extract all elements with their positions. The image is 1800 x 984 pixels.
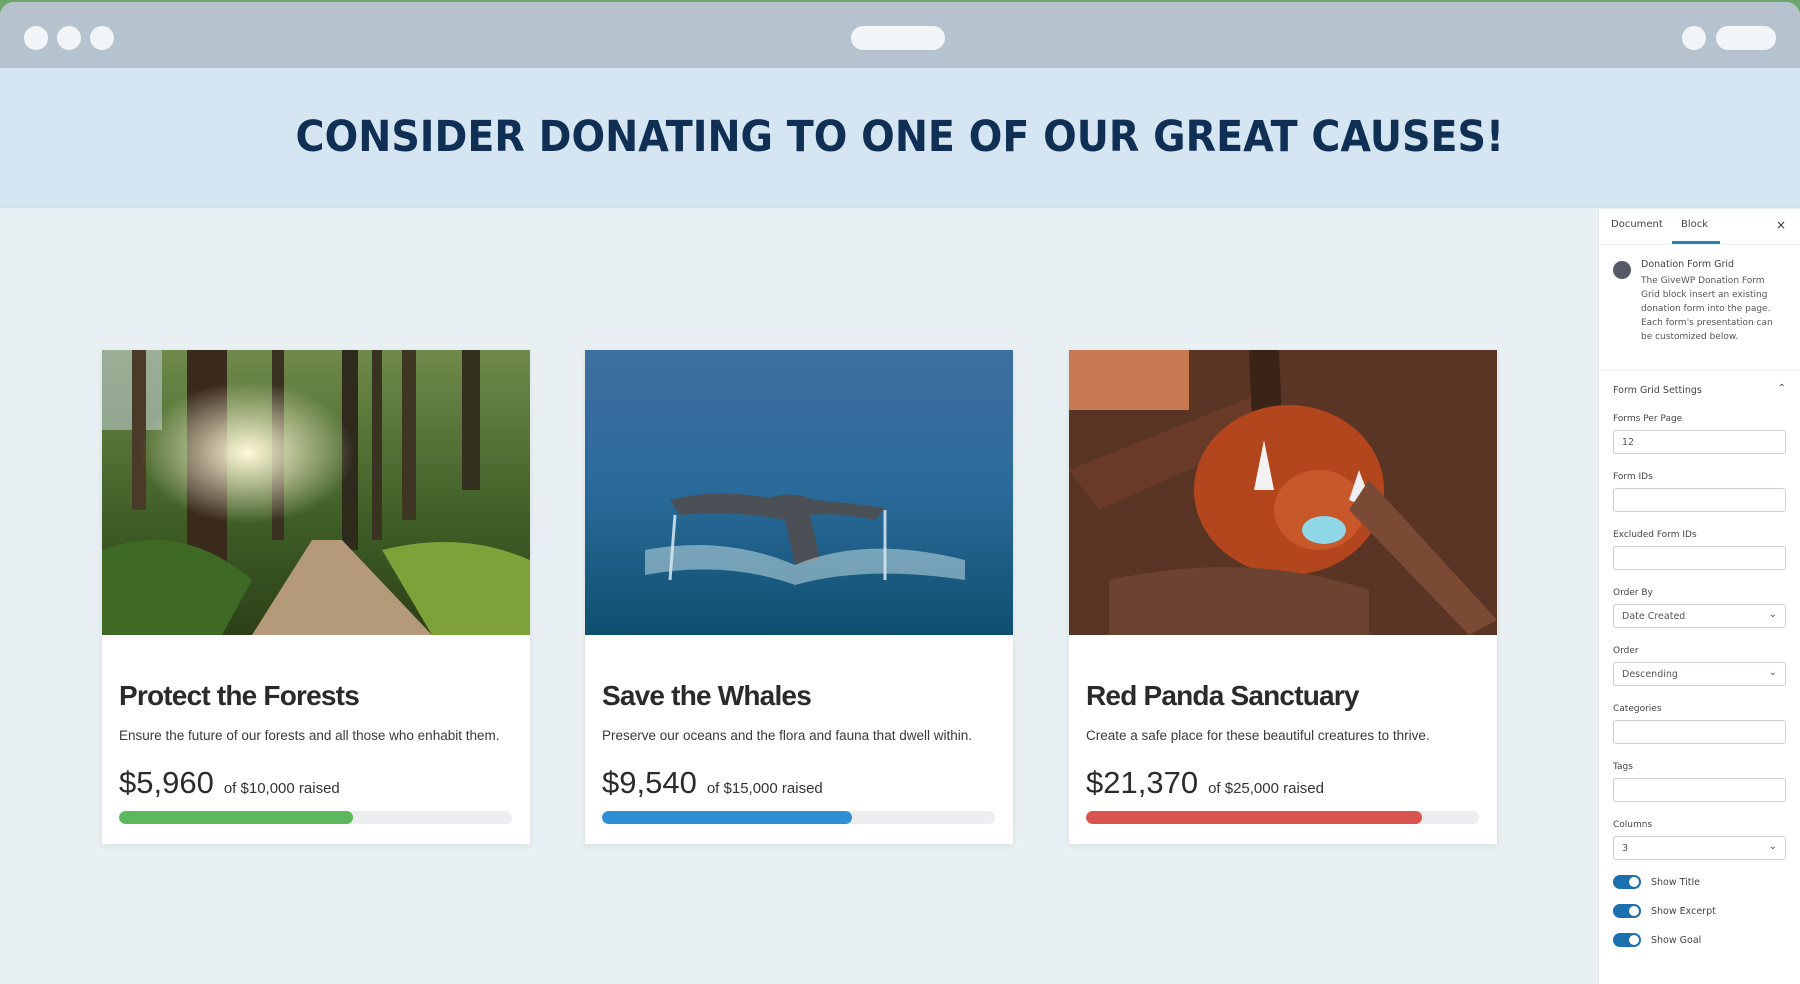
toolbar-button[interactable]: [1682, 26, 1706, 50]
select-value: Descending: [1622, 669, 1678, 680]
excluded-form-ids-input[interactable]: [1613, 546, 1786, 570]
amount-raised: $21,370: [1086, 765, 1199, 800]
show-goal-toggle-row: Show Goal: [1599, 933, 1800, 947]
toggle-label: Show Title: [1651, 876, 1701, 888]
goal-text: of $15,000 raised: [706, 780, 823, 797]
form-ids-input[interactable]: [1613, 488, 1786, 512]
forest-path-photo: [102, 350, 530, 635]
progress-bar: [602, 811, 995, 824]
progress-bar: [119, 811, 512, 824]
browser-chrome: [0, 2, 1800, 68]
browser-window: CONSIDER DONATING TO ONE OF OUR GREAT CA…: [0, 2, 1800, 984]
order-by-field: Order By Date Created ⌄: [1599, 588, 1800, 628]
field-label: Order By: [1613, 588, 1653, 598]
close-icon[interactable]: ×: [1776, 218, 1786, 232]
goal-summary: $21,370 of $25,000 raised: [1086, 765, 1479, 801]
field-label: Columns: [1613, 820, 1653, 830]
toolbar-pill-button[interactable]: [1716, 26, 1776, 50]
page-title: CONSIDER DONATING TO ONE OF OUR GREAT CA…: [295, 112, 1505, 162]
card-excerpt: Preserve our oceans and the flora and fa…: [602, 728, 972, 743]
card-title[interactable]: Protect the Forests: [119, 680, 512, 712]
field-label: Forms Per Page: [1613, 414, 1683, 424]
chevron-down-icon: ⌄: [1768, 841, 1777, 852]
forms-per-page-field: Forms Per Page 12: [1599, 414, 1800, 454]
toggle-label: Show Excerpt: [1651, 905, 1716, 917]
field-label: Form IDs: [1613, 472, 1653, 482]
amount-raised: $5,960: [119, 765, 214, 800]
select-value: 3: [1622, 843, 1629, 854]
address-bar[interactable]: [851, 26, 945, 50]
categories-field: Categories: [1599, 704, 1800, 744]
columns-select[interactable]: 3 ⌄: [1613, 836, 1786, 860]
panel-tabs: Document Block ×: [1599, 209, 1800, 245]
whale-tail-photo: [585, 350, 1013, 635]
goal-text: of $10,000 raised: [223, 780, 340, 797]
tab-block[interactable]: Block: [1681, 219, 1708, 230]
show-excerpt-toggle-row: Show Excerpt: [1599, 904, 1800, 918]
block-settings-panel: Document Block × Donation Form Grid The …: [1598, 209, 1800, 984]
card-excerpt: Ensure the future of our forests and all…: [119, 728, 500, 743]
chevron-down-icon: ⌄: [1768, 667, 1777, 678]
show-title-toggle[interactable]: [1613, 875, 1641, 889]
form-grid: Protect the Forests Ensure the future of…: [0, 209, 1598, 984]
tags-field: Tags: [1599, 762, 1800, 802]
field-label: Tags: [1613, 762, 1633, 772]
chevron-up-icon: ⌃: [1777, 383, 1786, 394]
donation-card[interactable]: Red Panda Sanctuary Create a safe place …: [1069, 350, 1497, 844]
amount-raised: $9,540: [602, 765, 697, 800]
form-ids-field: Form IDs: [1599, 472, 1800, 512]
active-tab-indicator: [1672, 241, 1720, 244]
select-value: Date Created: [1622, 611, 1686, 622]
block-title: Donation Form Grid: [1641, 259, 1735, 270]
order-by-select[interactable]: Date Created ⌄: [1613, 604, 1786, 628]
section-title: Form Grid Settings: [1613, 385, 1702, 396]
goal-summary: $9,540 of $15,000 raised: [602, 765, 995, 801]
card-excerpt: Create a safe place for these beautiful …: [1086, 728, 1430, 743]
show-goal-toggle[interactable]: [1613, 933, 1641, 947]
show-excerpt-toggle[interactable]: [1613, 904, 1641, 918]
donation-card[interactable]: Protect the Forests Ensure the future of…: [102, 350, 530, 844]
chevron-down-icon: ⌄: [1768, 609, 1777, 620]
columns-field: Columns 3 ⌄: [1599, 820, 1800, 860]
categories-input[interactable]: [1613, 720, 1786, 744]
window-dot-close[interactable]: [24, 26, 48, 50]
show-title-toggle-row: Show Title: [1599, 875, 1800, 889]
block-card: Donation Form Grid The GiveWP Donation F…: [1599, 245, 1800, 371]
goal-summary: $5,960 of $10,000 raised: [119, 765, 512, 801]
form-grid-settings-toggle[interactable]: Form Grid Settings ⌃: [1599, 371, 1800, 396]
forms-per-page-input[interactable]: 12: [1613, 430, 1786, 454]
progress-fill: [602, 811, 852, 824]
hero-banner: CONSIDER DONATING TO ONE OF OUR GREAT CA…: [0, 68, 1800, 208]
donation-card[interactable]: Save the Whales Preserve our oceans and …: [585, 350, 1013, 844]
window-dot-minimize[interactable]: [57, 26, 81, 50]
field-label: Categories: [1613, 704, 1662, 714]
red-panda-photo: [1069, 350, 1497, 635]
field-label: Excluded Form IDs: [1613, 530, 1697, 540]
progress-bar: [1086, 811, 1479, 824]
field-label: Order: [1613, 646, 1639, 656]
goal-text: of $25,000 raised: [1208, 780, 1324, 797]
card-title[interactable]: Save the Whales: [602, 680, 995, 712]
block-description: The GiveWP Donation Form Grid block inse…: [1641, 276, 1773, 342]
excluded-form-ids-field: Excluded Form IDs: [1599, 530, 1800, 570]
tab-document[interactable]: Document: [1611, 219, 1663, 230]
block-icon: [1613, 261, 1631, 279]
window-dot-maximize[interactable]: [90, 26, 114, 50]
card-title[interactable]: Red Panda Sanctuary: [1086, 680, 1479, 712]
toggle-label: Show Goal: [1651, 934, 1702, 946]
progress-fill: [119, 811, 354, 824]
progress-fill: [1086, 811, 1422, 824]
order-field: Order Descending ⌄: [1599, 646, 1800, 686]
tags-input[interactable]: [1613, 778, 1786, 802]
order-select[interactable]: Descending ⌄: [1613, 662, 1786, 686]
